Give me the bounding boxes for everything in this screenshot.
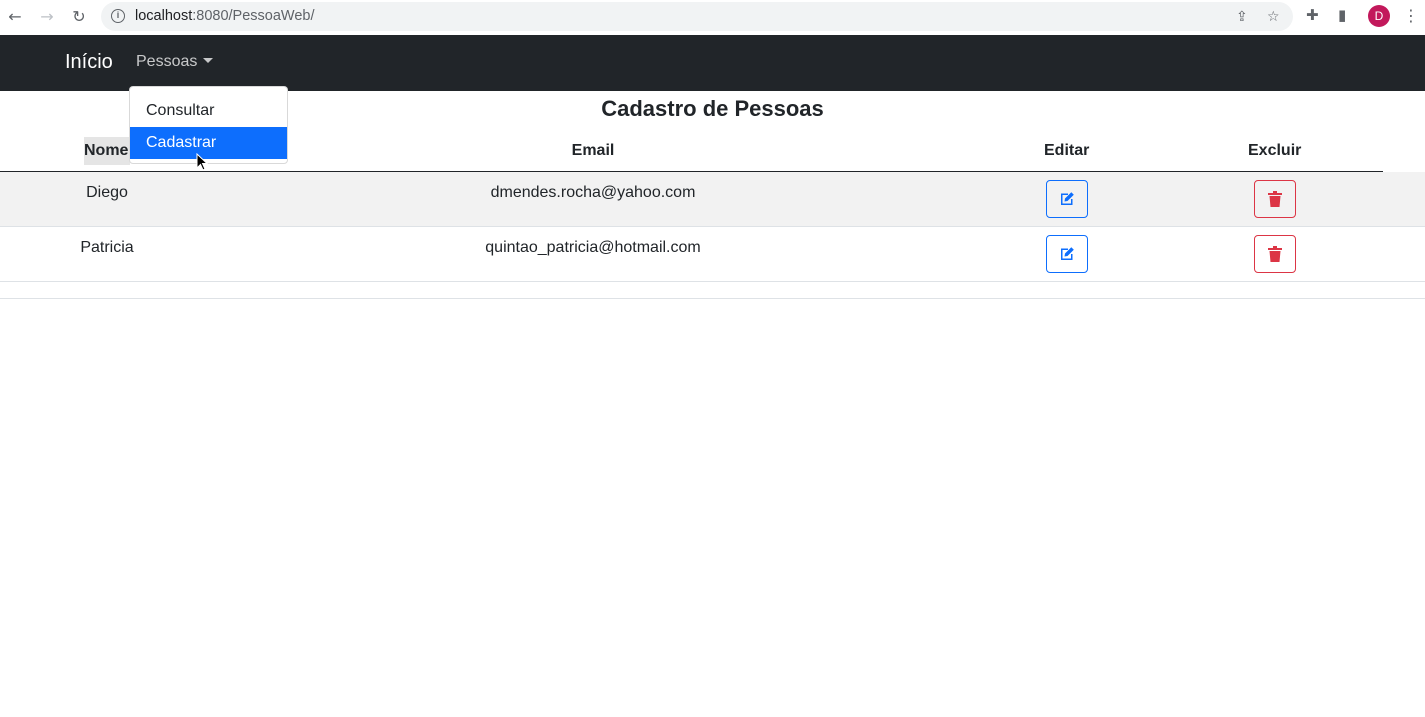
pessoas-dropdown-toggle[interactable]: Pessoas (136, 53, 214, 71)
trash-icon (1268, 191, 1282, 207)
navbar-brand[interactable]: Início (65, 51, 113, 74)
site-info-icon[interactable]: i (111, 9, 125, 23)
cell-email: dmendes.rocha@yahoo.com (490, 184, 696, 201)
side-panel-icon[interactable]: ▮ (1338, 6, 1346, 24)
column-header-editar: Editar (1044, 142, 1090, 159)
column-header-nome: Nome (84, 137, 131, 165)
cell-email: quintao_patricia@hotmail.com (485, 239, 701, 256)
share-icon[interactable]: ⇪ (1236, 9, 1248, 25)
table-bottom-divider (0, 298, 1425, 299)
back-arrow-icon[interactable]: ← (4, 5, 26, 27)
forward-arrow-icon[interactable]: → (36, 5, 58, 27)
delete-button[interactable] (1254, 180, 1296, 218)
edit-button[interactable] (1046, 180, 1088, 218)
reload-icon[interactable]: ↻ (68, 5, 90, 27)
pessoas-dropdown-menu: Consultar Cadastrar (129, 86, 288, 164)
edit-button[interactable] (1046, 235, 1088, 273)
pessoas-dropdown-label: Pessoas (136, 53, 198, 70)
browser-toolbar: ← → ↻ i localhost:8080/PessoaWeb/ ⇪ ☆ ✚ … (0, 0, 1425, 34)
bookmark-star-icon[interactable]: ☆ (1267, 9, 1280, 25)
trash-icon (1268, 246, 1282, 262)
table-row: Patricia quintao_patricia@hotmail.com (0, 227, 1425, 282)
browser-menu-icon[interactable]: ⋮ (1403, 6, 1419, 25)
edit-icon (1061, 192, 1074, 205)
menu-item-cadastrar[interactable]: Cadastrar (130, 127, 287, 159)
url-text[interactable]: localhost:8080/PessoaWeb/ (135, 8, 315, 24)
menu-item-consultar[interactable]: Consultar (130, 95, 287, 127)
edit-icon (1061, 247, 1074, 260)
mouse-cursor-icon (196, 153, 208, 171)
caret-down-icon (203, 58, 214, 63)
profile-avatar[interactable]: D (1368, 5, 1390, 27)
address-bar[interactable]: i localhost:8080/PessoaWeb/ ⇪ ☆ (101, 2, 1293, 31)
extensions-puzzle-icon[interactable]: ✚ (1306, 6, 1319, 24)
table-row: Diego dmendes.rocha@yahoo.com (0, 172, 1425, 227)
delete-button[interactable] (1254, 235, 1296, 273)
column-header-excluir: Excluir (1248, 142, 1302, 159)
navbar: Início Pessoas (0, 35, 1425, 91)
